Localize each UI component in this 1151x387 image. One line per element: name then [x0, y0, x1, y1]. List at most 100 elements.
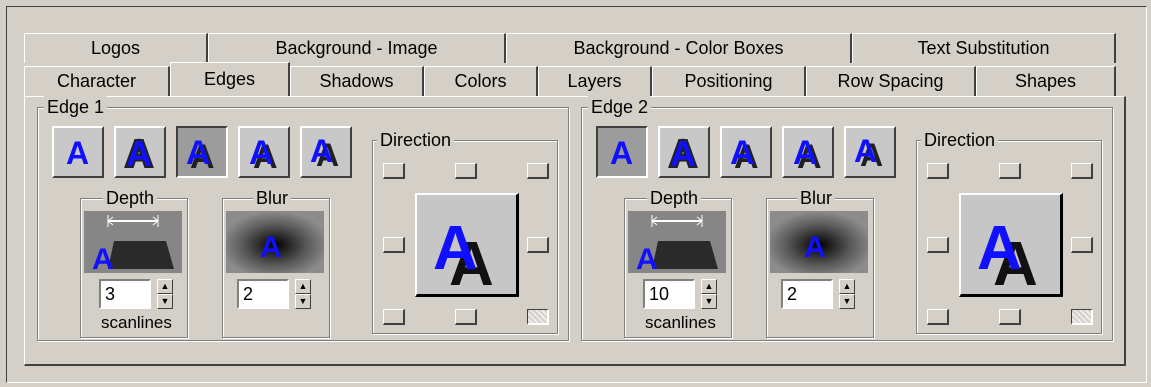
edge2-blur-input[interactable]	[781, 279, 833, 309]
edge1-direction-preview: A A	[415, 193, 519, 299]
edge2-blur-group: Blur A ▲ ▼	[766, 187, 874, 338]
svg-text:A: A	[854, 133, 877, 169]
svg-text:A: A	[804, 231, 826, 264]
edge2-style-emboss-button[interactable]: AA	[720, 126, 772, 178]
edge1-dir-bottom-right-button[interactable]	[527, 309, 549, 325]
emboss-a-icon: AA	[186, 134, 215, 174]
edge1-dir-top-left-button[interactable]	[383, 163, 405, 179]
outline-a-icon: A	[124, 131, 154, 174]
tab-shapes[interactable]: Shapes	[976, 66, 1116, 96]
edge2-depth-unit: scanlines	[645, 313, 716, 332]
svg-text:A: A	[636, 243, 658, 273]
tab-colors[interactable]: Colors	[424, 66, 538, 96]
tab-shadows[interactable]: Shadows	[290, 66, 424, 96]
edge1-group: Edge 1 A A AA AA AA Depth A 3 ▲ ▼ scanli…	[37, 96, 569, 341]
tab-positioning[interactable]: Positioning	[652, 66, 806, 96]
tab-text-substitution[interactable]: Text Substitution	[852, 33, 1116, 63]
svg-text:A: A	[310, 133, 333, 169]
tab-layers[interactable]: Layers	[538, 66, 652, 96]
tab-row-bottom: Character Edges Shadows Colors Layers Po…	[24, 62, 1126, 96]
svg-text:A: A	[186, 134, 211, 172]
svg-text:A: A	[92, 243, 114, 273]
edge2-dir-right-button[interactable]	[1071, 237, 1093, 253]
svg-text:A: A	[126, 133, 152, 174]
bevel-a-icon: AA	[249, 134, 278, 174]
emboss-a-icon: AA	[730, 134, 759, 174]
edge1-depth-label: Depth	[103, 187, 158, 209]
tab-background-color-boxes[interactable]: Background - Color Boxes	[506, 33, 852, 63]
drop-edge-a-icon: AA	[310, 133, 339, 173]
edge1-direction-group: Direction A A	[372, 129, 558, 334]
edge1-dir-top-right-button[interactable]	[527, 163, 549, 179]
edge2-style-bevel-button[interactable]: AA	[782, 126, 834, 178]
edge1-depth-down-arrow[interactable]: ▼	[157, 294, 173, 309]
edge2-style-drop-button[interactable]: AA	[844, 126, 896, 178]
edge2-dir-top-left-button[interactable]	[927, 163, 949, 179]
edge1-title: Edge 1	[44, 96, 108, 118]
svg-text:A: A	[66, 135, 89, 171]
edge1-style-emboss-button[interactable]: AA	[176, 126, 228, 178]
edge1-depth-up-arrow[interactable]: ▲	[157, 279, 173, 294]
edge1-blur-up-arrow[interactable]: ▲	[295, 279, 311, 294]
edge1-blur-label: Blur	[253, 187, 292, 209]
edge2-blur-up-arrow[interactable]: ▲	[839, 279, 855, 294]
svg-text:A: A	[260, 231, 282, 264]
edge2-depth-up-arrow[interactable]: ▲	[701, 279, 717, 294]
tab-row-spacing[interactable]: Row Spacing	[806, 66, 976, 96]
edge2-dir-top-right-button[interactable]	[1071, 163, 1093, 179]
edge1-blur-down-arrow[interactable]: ▼	[295, 294, 311, 309]
edge2-group: Edge 2 A A AA AA AA Depth A 10 ▲ ▼ scanl…	[581, 96, 1113, 341]
svg-text:A: A	[610, 135, 633, 171]
edge2-dir-top-button[interactable]	[999, 163, 1021, 179]
drop-edge-a-icon: AA	[854, 133, 883, 173]
edge2-depth-down-arrow[interactable]: ▼	[701, 294, 717, 309]
outline-a-icon: A	[668, 131, 698, 174]
tab-edges[interactable]: Edges	[170, 62, 290, 96]
svg-text:A: A	[433, 214, 478, 283]
direction-preview-a-icon: A A	[433, 214, 494, 299]
edge1-style-none-button[interactable]: A	[52, 126, 104, 178]
edge1-dir-right-button[interactable]	[527, 237, 549, 253]
edge1-depth-input[interactable]	[99, 279, 151, 309]
edge1-dir-bottom-left-button[interactable]	[383, 309, 405, 325]
edge2-blur-label: Blur	[797, 187, 836, 209]
bevel-a-icon: AA	[793, 134, 822, 174]
edge2-dir-left-button[interactable]	[927, 237, 949, 253]
edge2-style-outline-button[interactable]: A	[658, 126, 710, 178]
direction-preview-a-icon: A A	[977, 214, 1038, 299]
edge2-dir-bottom-left-button[interactable]	[927, 309, 949, 325]
blur-preview-icon: A	[226, 211, 324, 273]
edge2-dir-bottom-right-button[interactable]	[1071, 309, 1093, 325]
edge2-depth-input[interactable]	[643, 279, 695, 309]
svg-text:A: A	[730, 134, 755, 172]
svg-text:A: A	[977, 214, 1022, 283]
edge1-style-outline-button[interactable]: A	[114, 126, 166, 178]
tab-character[interactable]: Character	[24, 66, 170, 96]
edge1-dir-bottom-button[interactable]	[455, 309, 477, 325]
edge2-dir-bottom-button[interactable]	[999, 309, 1021, 325]
tab-row-top: Logos Background - Image Background - Co…	[24, 33, 1126, 63]
edge1-depth-group: Depth A ▲ ▼ scanlines	[80, 187, 188, 338]
edge2-depth-group: Depth A ▲ ▼ scanlines	[624, 187, 732, 338]
edge1-blur-input[interactable]	[237, 279, 289, 309]
edge1-dir-left-button[interactable]	[383, 237, 405, 253]
edge2-title: Edge 2	[588, 96, 652, 118]
edge2-direction-group: Direction A A	[916, 129, 1102, 334]
letter-a-icon: A	[66, 135, 89, 171]
edge1-style-drop-button[interactable]: AA	[300, 126, 352, 178]
blur-preview-icon: A	[770, 211, 868, 273]
depth-preview-icon: A	[84, 211, 182, 273]
tab-logos[interactable]: Logos	[24, 33, 208, 63]
edge1-blur-group: Blur A ▲ ▼	[222, 187, 330, 338]
depth-preview-icon: A	[628, 211, 726, 273]
edges-panel: Edge 1 A A AA AA AA Depth A 3 ▲ ▼ scanli…	[24, 96, 1126, 366]
edge1-dir-top-button[interactable]	[455, 163, 477, 179]
edge2-style-none-button[interactable]: A	[596, 126, 648, 178]
edge2-depth-label: Depth	[647, 187, 702, 209]
edge2-blur-down-arrow[interactable]: ▼	[839, 294, 855, 309]
svg-text:A: A	[249, 134, 274, 172]
svg-text:A: A	[670, 133, 696, 174]
tab-background-image[interactable]: Background - Image	[208, 33, 506, 63]
edge1-style-bevel-button[interactable]: AA	[238, 126, 290, 178]
edge2-direction-label: Direction	[921, 129, 999, 151]
